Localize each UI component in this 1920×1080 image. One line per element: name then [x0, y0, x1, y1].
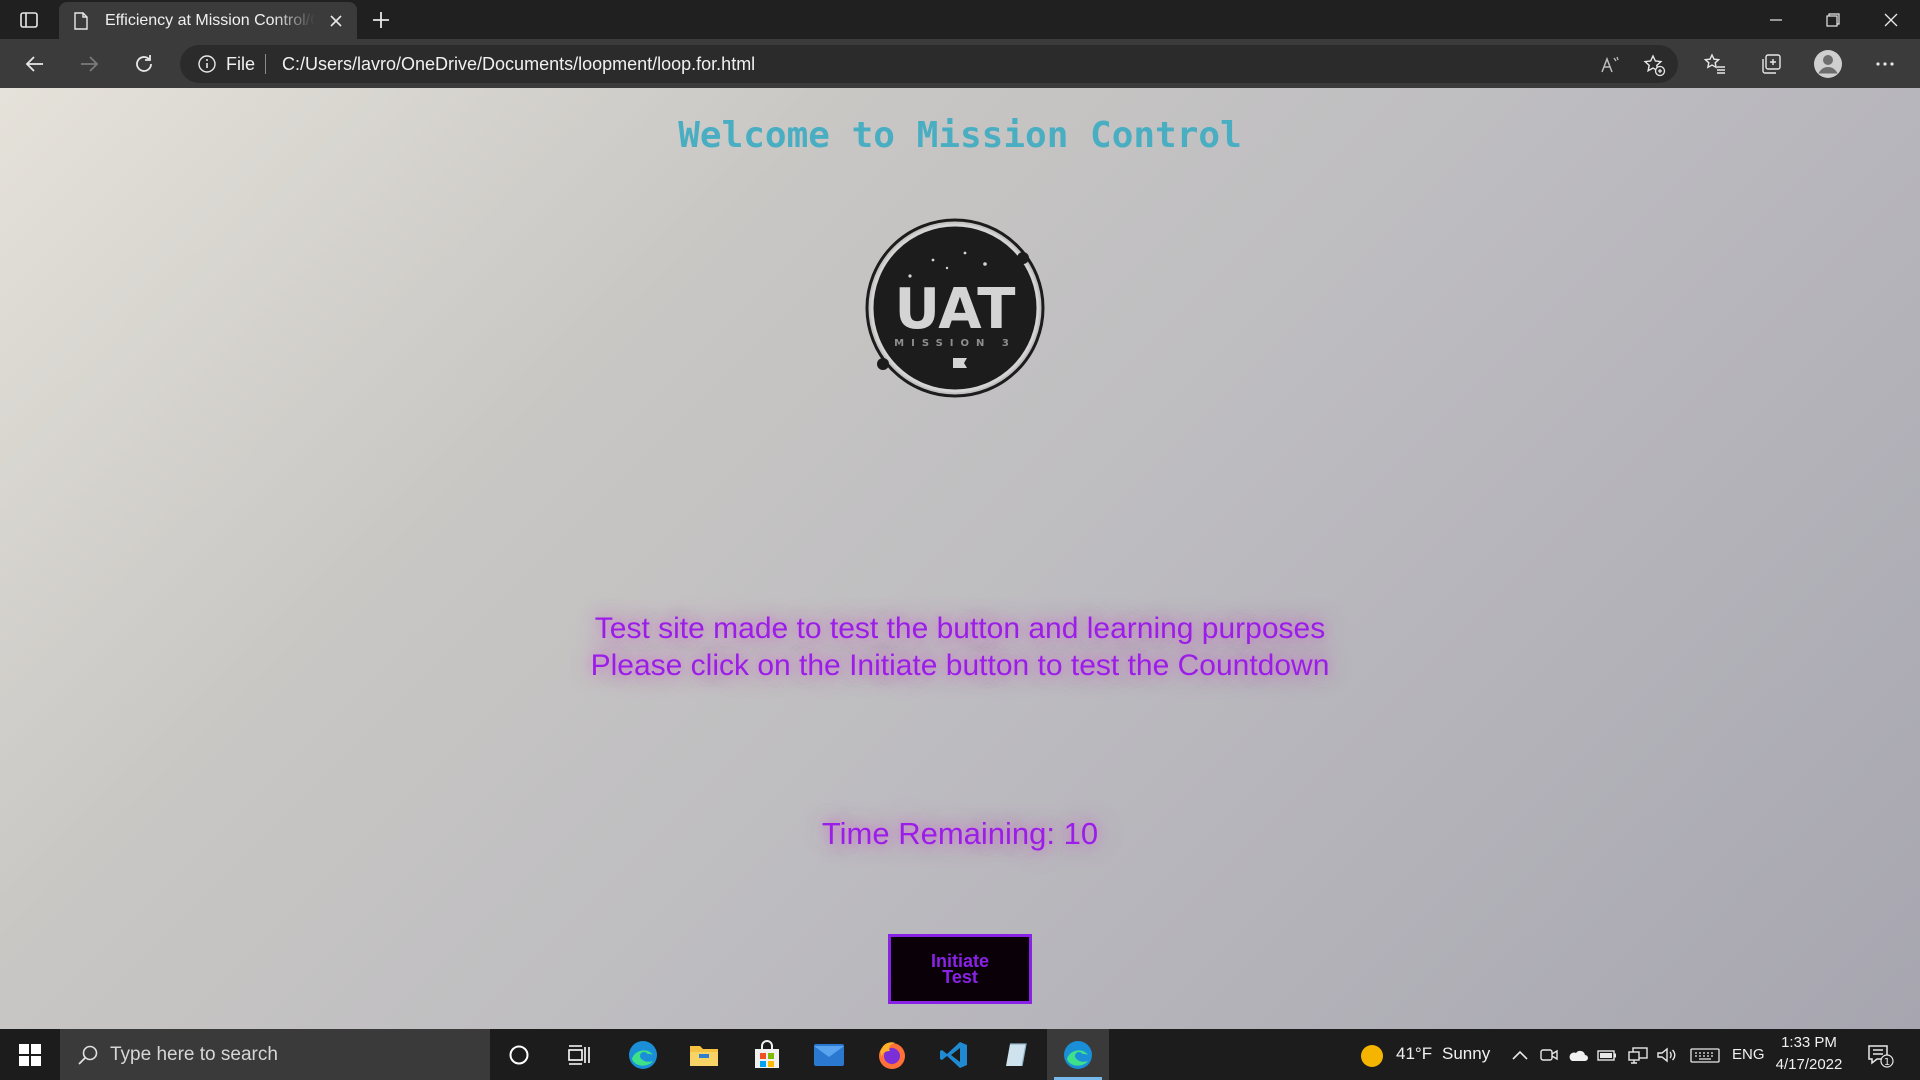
- notes-app-icon[interactable]: [985, 1029, 1047, 1080]
- volume-icon[interactable]: [1655, 1044, 1677, 1066]
- sun-icon[interactable]: [1360, 1044, 1383, 1067]
- address-bar[interactable]: File C:/Users/lavro/OneDrive/Documents/l…: [180, 45, 1678, 83]
- document-icon: [73, 12, 89, 30]
- initiate-button-label: Initiate Test: [930, 951, 989, 987]
- onedrive-icon[interactable]: [1567, 1044, 1589, 1066]
- arrow-left-icon[interactable]: [20, 49, 50, 79]
- keyboard-icon[interactable]: [1690, 1044, 1720, 1066]
- file-explorer-icon[interactable]: [673, 1029, 735, 1080]
- svg-text:MISSION 3: MISSION 3: [894, 338, 1016, 349]
- info-icon[interactable]: [198, 55, 216, 73]
- address-url[interactable]: C:/Users/lavro/OneDrive/Documents/loopme…: [282, 54, 755, 75]
- countdown-timer: Time Remaining: 10: [821, 816, 1099, 851]
- network-icon[interactable]: [1627, 1044, 1649, 1066]
- description-line-1: Test site made to test the button and le…: [594, 612, 1326, 645]
- edge-app-active-icon[interactable]: [1047, 1029, 1109, 1080]
- clock-date: 4/17/2022: [1775, 1056, 1843, 1073]
- search-placeholder: Type here to search: [110, 1044, 278, 1065]
- taskbar-clock[interactable]: 1:33 PM 4/17/2022: [1764, 1032, 1854, 1076]
- battery-icon[interactable]: [1596, 1044, 1618, 1066]
- notification-icon[interactable]: 1: [1866, 1041, 1894, 1069]
- address-scheme: File: [226, 54, 256, 74]
- uat-mission-logo: UAT MISSION 3: [865, 218, 1045, 398]
- address-separator: [265, 54, 266, 74]
- vscode-icon[interactable]: [923, 1029, 985, 1080]
- collections-icon[interactable]: [1756, 49, 1786, 79]
- browser-toolbar: File C:/Users/lavro/OneDrive/Documents/l…: [0, 39, 1920, 88]
- arrow-right-icon[interactable]: [74, 49, 104, 79]
- browser-tab-active[interactable]: Efficiency at Mission Control/Challenge: [59, 2, 357, 39]
- star-plus-icon[interactable]: [1642, 53, 1666, 77]
- close-window-icon[interactable]: [1871, 5, 1911, 35]
- browser-titlebar: Efficiency at Mission Control/Challenge: [0, 0, 1920, 39]
- clock-time: 1:33 PM: [1781, 1034, 1837, 1051]
- minimize-icon[interactable]: [1756, 5, 1796, 35]
- page-title: Welcome to Mission Control: [678, 115, 1242, 156]
- search-icon: [76, 1043, 100, 1067]
- microsoft-store-icon[interactable]: [736, 1029, 798, 1080]
- description-text: Test site made to test the button and le…: [0, 610, 1920, 684]
- firefox-icon[interactable]: [861, 1029, 923, 1080]
- cortana-icon[interactable]: [488, 1029, 550, 1080]
- read-aloud-icon[interactable]: [1598, 53, 1622, 77]
- close-icon[interactable]: [327, 12, 345, 30]
- refresh-icon[interactable]: [129, 49, 159, 79]
- task-view-icon[interactable]: [549, 1029, 611, 1080]
- initiate-test-button[interactable]: Initiate Test: [888, 934, 1032, 1004]
- edge-app-icon[interactable]: [612, 1029, 674, 1080]
- plus-icon[interactable]: [368, 7, 394, 33]
- windows-taskbar: Type here to search 41°F Sunny ENG 1:33 …: [0, 1029, 1920, 1080]
- restore-icon[interactable]: [1813, 5, 1853, 35]
- notification-count: 1: [1884, 1057, 1890, 1068]
- profile-icon[interactable]: [1813, 49, 1843, 79]
- favorites-icon[interactable]: [1700, 49, 1730, 79]
- weather-temp[interactable]: 41°F: [1396, 1044, 1432, 1064]
- tab-actions-icon[interactable]: [14, 8, 44, 32]
- tab-title: Efficiency at Mission Control/Challenge: [105, 12, 315, 29]
- mail-icon[interactable]: [798, 1029, 860, 1080]
- chevron-up-icon[interactable]: [1509, 1044, 1531, 1066]
- description-line-2: Please click on the Initiate button to t…: [590, 649, 1330, 682]
- meet-now-icon[interactable]: [1538, 1044, 1560, 1066]
- more-icon[interactable]: [1870, 49, 1900, 79]
- taskbar-search-box[interactable]: Type here to search: [60, 1029, 490, 1080]
- page-viewport: Welcome to Mission Control UAT MISSION 3…: [0, 88, 1920, 1029]
- language-indicator[interactable]: ENG: [1732, 1046, 1765, 1063]
- svg-text:UAT: UAT: [895, 277, 1016, 342]
- weather-desc[interactable]: Sunny: [1442, 1044, 1490, 1064]
- windows-start-icon[interactable]: [0, 1029, 60, 1080]
